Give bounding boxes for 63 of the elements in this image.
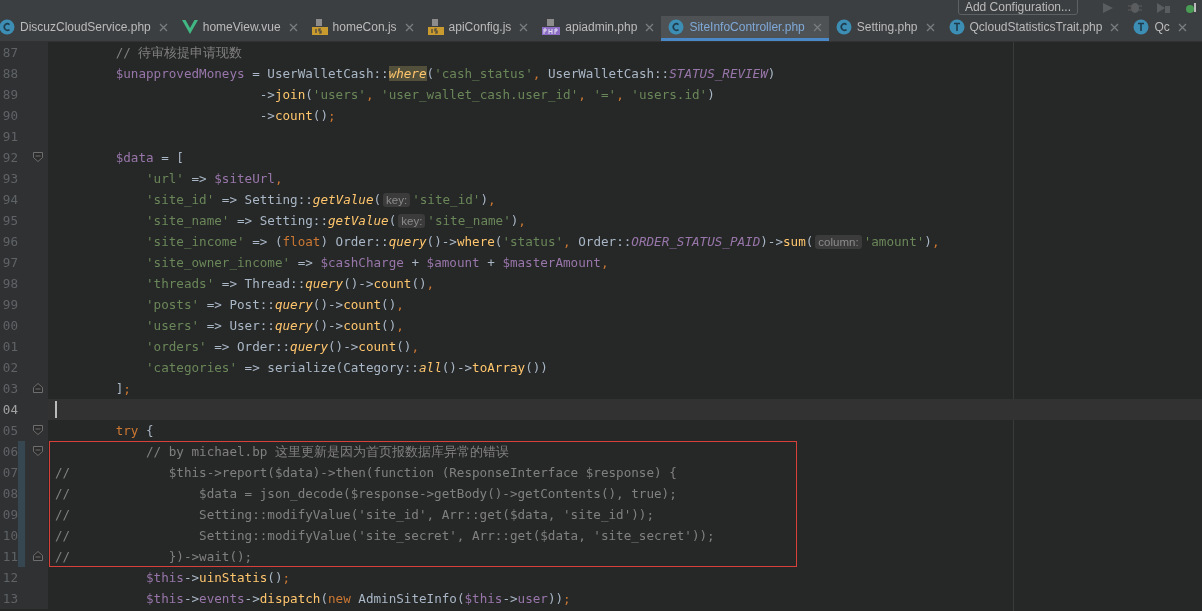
close-icon[interactable] xyxy=(645,22,655,32)
close-icon[interactable] xyxy=(1110,22,1120,32)
code-line: 'site_id' => Setting::getValue( key: 'site_id'), xyxy=(145,191,496,209)
code-line: 'posts' => Post::query()->count(), xyxy=(145,296,404,314)
js-file-icon xyxy=(427,19,444,35)
close-icon[interactable] xyxy=(925,22,935,32)
run-icon[interactable] xyxy=(1102,3,1114,13)
code-line: 'categories' => serialize(Category::all()->toArray()) xyxy=(145,359,548,377)
code-line: $this->events->dispatch(new AdminSiteInfo($this->user)); xyxy=(145,590,571,608)
file-type-icon xyxy=(1133,19,1150,35)
file-type-icon xyxy=(835,19,852,35)
editor-tab[interactable]: SiteInfoController.php xyxy=(661,16,829,41)
code-line: 'threads' => Thread::query()->count(), xyxy=(145,275,435,293)
close-icon[interactable] xyxy=(158,22,168,32)
editor-tab[interactable]: homeView.vue xyxy=(174,16,305,41)
code-line: // Setting::modifyValue('site_id', Arr::get($data, 'site_id')); xyxy=(55,506,654,524)
file-type-icon xyxy=(948,19,965,35)
file-type-icon xyxy=(0,19,15,35)
fold-icon[interactable] xyxy=(33,383,43,393)
code-line: $unapprovedMoneys = UserWalletCash::where('cash_status', UserWalletCash::STATUS_REVIEW) xyxy=(114,65,776,83)
close-icon[interactable] xyxy=(812,22,822,32)
code-line: try { xyxy=(114,422,154,440)
code-line: // Setting::modifyValue('site_secret', Arr::get($data, 'site_secret')); xyxy=(55,527,715,545)
close-icon[interactable] xyxy=(1177,22,1187,32)
file-type-icon xyxy=(668,19,685,35)
editor-tab[interactable]: apiadmin.php xyxy=(535,16,662,41)
coverage-icon[interactable] xyxy=(1156,3,1170,13)
code-line: // 待审核提申请现数 xyxy=(114,44,243,62)
line-number: 04 xyxy=(1,401,18,419)
fold-icon[interactable] xyxy=(33,152,43,162)
fold-icon[interactable] xyxy=(33,446,43,456)
php-file-icon xyxy=(542,19,561,35)
editor-tab[interactable]: DiscuzCloudService.php xyxy=(0,16,175,41)
code-line: ]; xyxy=(114,380,131,398)
code-line: // $data = json_decode($response->getBody()->getContents(), true); xyxy=(55,485,677,503)
code-line: 'url' => $siteUrl, xyxy=(145,170,283,188)
code-line: // $this->report($data)->then(function (ResponseInterface $response) { xyxy=(55,464,677,482)
code-line: $this->uinStatis(); xyxy=(145,569,291,587)
editor-tab[interactable]: apiConfig.js xyxy=(420,16,536,41)
editor-tab[interactable]: homeCon.js xyxy=(304,16,421,41)
run-configuration-button[interactable]: Add Configuration... xyxy=(957,0,1078,15)
code-line: // })->wait(); xyxy=(55,548,253,566)
fold-icon[interactable] xyxy=(33,425,43,435)
code-line: 'site_income' => (float) Order::query()->where('status', Order::ORDER_STATUS_PAID)->sum( column: 'amount'), xyxy=(145,233,940,251)
debug-icon[interactable] xyxy=(1128,3,1142,13)
code-line: // by michael.bp 这里更新是因为首页报数据库异常的错误 xyxy=(145,443,509,461)
close-icon[interactable] xyxy=(288,22,298,32)
code-line: ->count(); xyxy=(258,107,336,125)
editor-tab[interactable]: Qc xyxy=(1126,16,1194,41)
code-line: 'site_owner_income' => $cashCharge + $amount + $masterAmount, xyxy=(145,254,609,272)
code-line: 'orders' => Order::query()->count(), xyxy=(145,338,419,356)
profiler-icon[interactable] xyxy=(1184,3,1198,13)
js-file-icon xyxy=(311,19,328,35)
code-line: 'site_name' => Setting::getValue( key: 'site_name'), xyxy=(145,212,526,230)
code-line: 'users' => User::query()->count(), xyxy=(145,317,404,335)
code-line: ->join('users', 'user_wallet_cash.user_id', '=', 'users.id') xyxy=(258,86,715,104)
editor-tab[interactable]: QcloudStatisticsTrait.php xyxy=(941,16,1127,41)
close-icon[interactable] xyxy=(404,22,414,32)
editor-tab[interactable]: Setting.php xyxy=(828,16,942,41)
code-line: $data = [ xyxy=(114,149,184,167)
vue-logo-icon xyxy=(181,20,198,34)
fold-icon[interactable] xyxy=(33,551,43,561)
close-icon[interactable] xyxy=(519,22,529,32)
